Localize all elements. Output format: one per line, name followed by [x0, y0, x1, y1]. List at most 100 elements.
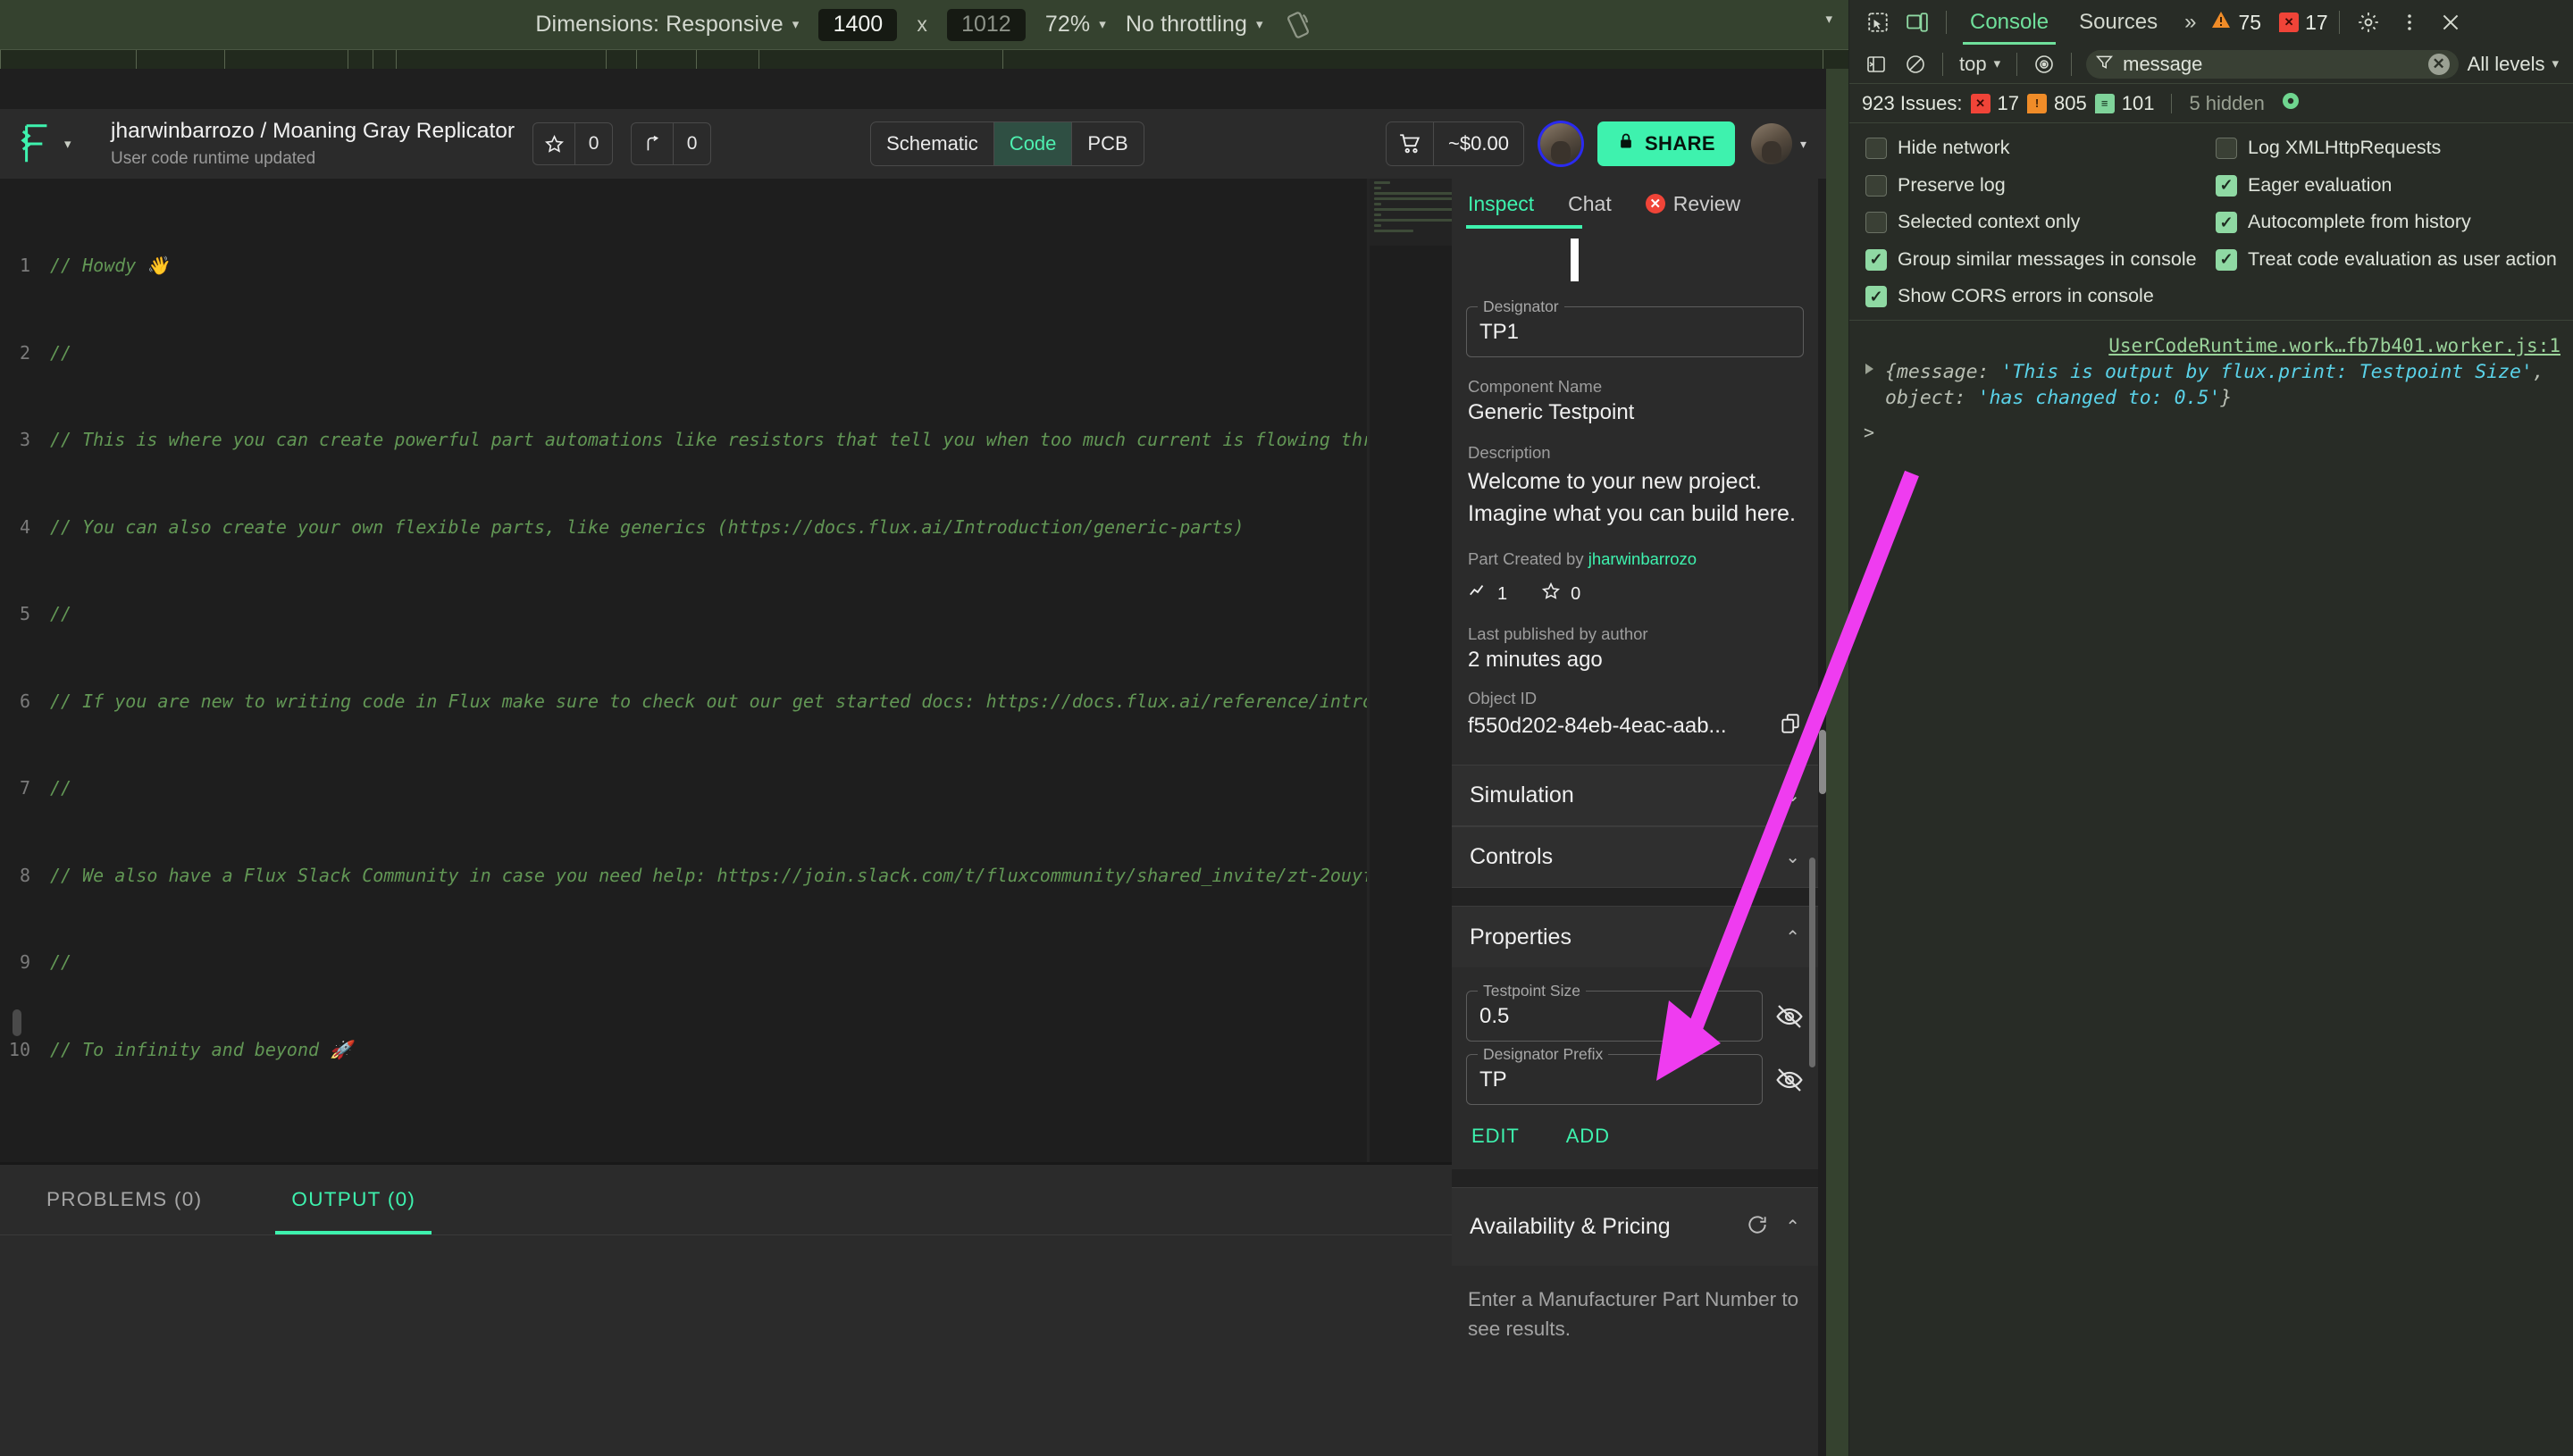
section-properties[interactable]: Properties ⌃ — [1452, 906, 1818, 967]
dimensions-select[interactable]: Dimensions: Responsive ▾ — [535, 12, 799, 38]
setting-selected-context-only[interactable]: Selected context only — [1865, 210, 2207, 235]
designator-prefix-field[interactable]: Designator Prefix TP — [1466, 1045, 1763, 1105]
tab-inspect[interactable]: Inspect — [1468, 192, 1534, 216]
tab-sources[interactable]: Sources — [2066, 0, 2170, 45]
tab-output[interactable]: OUTPUT (0) — [275, 1165, 432, 1234]
divider — [2016, 52, 2018, 76]
console-message[interactable]: UserCodeRuntime.work…fb7b401.worker.js:1… — [1849, 331, 2573, 414]
expand-triangle-icon[interactable] — [1865, 363, 1873, 374]
section-controls[interactable]: Controls ⌄ — [1452, 826, 1818, 888]
setting-preserve-log[interactable]: Preserve log — [1865, 173, 2207, 198]
checkbox[interactable]: ✓ — [2216, 212, 2237, 234]
console-prompt[interactable]: > — [1849, 414, 2573, 450]
error-count: 17 — [2305, 10, 2328, 34]
code-editor[interactable]: 1 // Howdy 👋 2 // 3 // This is where you ca… — [0, 179, 1367, 1162]
chevron-down-icon[interactable]: ⌄ — [1785, 784, 1800, 807]
close-icon[interactable] — [2433, 4, 2468, 40]
view-mode-switch[interactable]: Schematic Code PCB — [870, 121, 1144, 166]
collaborator-avatar[interactable] — [1539, 123, 1581, 164]
checkbox[interactable] — [1865, 138, 1887, 159]
console-filter-input[interactable]: message ✕ — [2086, 49, 2459, 79]
setting-log-xmlhttprequests[interactable]: Log XMLHttpRequests — [2216, 136, 2557, 161]
cart-cost-group[interactable]: ~$0.00 — [1386, 121, 1524, 166]
tab-schematic[interactable]: Schematic — [871, 122, 994, 165]
checkbox[interactable] — [1865, 174, 1887, 197]
viewport-resize-handle-right[interactable] — [1819, 730, 1826, 794]
refresh-icon[interactable] — [1746, 1213, 1769, 1241]
console-sidebar-icon[interactable] — [1858, 46, 1894, 82]
part-created-by-value[interactable]: jharwinbarrozo — [1588, 549, 1697, 568]
inspect-panel-scrollbar[interactable] — [1809, 858, 1815, 1067]
setting-eager-evaluation[interactable]: ✓ Eager evaluation — [2216, 173, 2557, 198]
chevron-up-icon[interactable]: ⌃ — [1785, 1216, 1800, 1238]
checkbox[interactable] — [1865, 212, 1887, 234]
chevron-down-icon[interactable]: ▾ — [64, 138, 71, 151]
chevron-down-icon[interactable]: ⌄ — [1785, 846, 1800, 868]
live-expression-icon[interactable] — [2026, 46, 2062, 82]
setting-label: Eager evaluation — [2248, 173, 2393, 196]
console-close-brace: } — [2220, 386, 2233, 409]
setting-autocomplete-from-history[interactable]: ✓ Autocomplete from history — [2216, 210, 2557, 235]
execution-context-select[interactable]: top ▾ — [1952, 53, 2007, 76]
section-simulation[interactable]: Simulation ⌄ — [1452, 765, 1818, 826]
setting-hide-network[interactable]: Hide network — [1865, 136, 2207, 161]
checkbox[interactable]: ✓ — [1865, 286, 1887, 308]
device-toolbar-icon[interactable] — [1899, 4, 1935, 40]
setting-group-similar-messages[interactable]: ✓ Group similar messages in console — [1865, 247, 2207, 272]
gear-icon[interactable] — [2351, 4, 2386, 40]
star-counter[interactable]: 0 — [532, 122, 614, 165]
tab-pcb[interactable]: PCB — [1072, 122, 1143, 165]
star-icon[interactable] — [533, 123, 574, 164]
inspect-element-icon[interactable] — [1858, 4, 1894, 40]
eye-off-icon[interactable] — [1775, 1002, 1804, 1031]
viewport-height-input[interactable] — [946, 8, 1026, 41]
more-vertical-icon[interactable] — [2392, 4, 2427, 40]
chevron-down-icon[interactable]: ▾ — [1800, 137, 1806, 152]
clear-filter-icon[interactable]: ✕ — [2427, 53, 2450, 75]
tab-code[interactable]: Code — [993, 122, 1073, 165]
rotate-device-icon[interactable] — [1283, 10, 1313, 40]
section-availability[interactable]: Availability & Pricing ⌃ — [1452, 1187, 1818, 1266]
editor-minimap-track[interactable] — [1367, 179, 1370, 1162]
chevron-up-icon[interactable]: ⌃ — [1785, 926, 1800, 949]
tab-chat[interactable]: Chat — [1568, 192, 1612, 216]
throttling-select[interactable]: No throttling ▾ — [1126, 12, 1263, 38]
viewport-width-input[interactable] — [818, 8, 898, 41]
tab-review[interactable]: ✕ Review — [1645, 192, 1740, 216]
line-text: // This is where you can create powerful… — [50, 429, 1367, 450]
eye-off-icon[interactable] — [1775, 1066, 1804, 1094]
error-count-badge[interactable]: ✕ 17 — [2279, 11, 2328, 35]
fork-count: 0 — [673, 123, 710, 164]
description-label: Description — [1468, 443, 1551, 462]
checkbox[interactable] — [2216, 138, 2237, 159]
zoom-select[interactable]: 72% ▾ — [1045, 12, 1106, 38]
clear-console-icon[interactable] — [1898, 46, 1933, 82]
usage-stat: 1 — [1468, 582, 1507, 607]
tab-problems[interactable]: PROBLEMS (0) — [46, 1165, 202, 1234]
avatar[interactable] — [1750, 123, 1792, 164]
cart-icon[interactable] — [1387, 122, 1433, 165]
log-levels-select[interactable]: All levels ▾ — [2468, 53, 2564, 76]
tab-console[interactable]: Console — [1957, 0, 2061, 45]
chevron-double-right-icon[interactable]: » — [2175, 10, 2205, 35]
fork-counter[interactable]: 0 — [631, 122, 712, 165]
edit-button[interactable]: EDIT — [1471, 1125, 1520, 1148]
checkbox[interactable]: ✓ — [2216, 174, 2237, 197]
testpoint-size-field[interactable]: Testpoint Size 0.5 — [1466, 982, 1763, 1042]
issues-bar[interactable]: 923 Issues: ✕ 17 ! 805 ≡ 101 5 hidden — [1849, 84, 2573, 123]
setting-show-cors-errors[interactable]: ✓ Show CORS errors in console — [1865, 284, 2207, 309]
fork-icon[interactable] — [632, 123, 673, 164]
setting-treat-code-evaluation[interactable]: ✓ Treat code evaluation as user action — [2216, 247, 2557, 272]
issues-settings-icon[interactable] — [2280, 90, 2301, 117]
flux-logo-button[interactable]: ▾ — [20, 123, 105, 164]
checkbox[interactable]: ✓ — [2216, 248, 2237, 271]
warning-count-badge[interactable]: 75 — [2210, 9, 2261, 36]
checkbox[interactable]: ✓ — [1865, 248, 1887, 271]
share-button[interactable]: SHARE — [1597, 121, 1735, 166]
editor-scrollbar[interactable] — [13, 1009, 21, 1036]
copy-icon[interactable] — [1779, 712, 1802, 740]
console-message-source[interactable]: UserCodeRuntime.work…fb7b401.worker.js:1 — [2108, 335, 2560, 356]
add-button[interactable]: ADD — [1566, 1125, 1610, 1148]
designator-field[interactable]: Designator TP1 — [1466, 297, 1804, 357]
device-toolbar-overflow-caret[interactable]: ▾ — [1825, 13, 1832, 26]
